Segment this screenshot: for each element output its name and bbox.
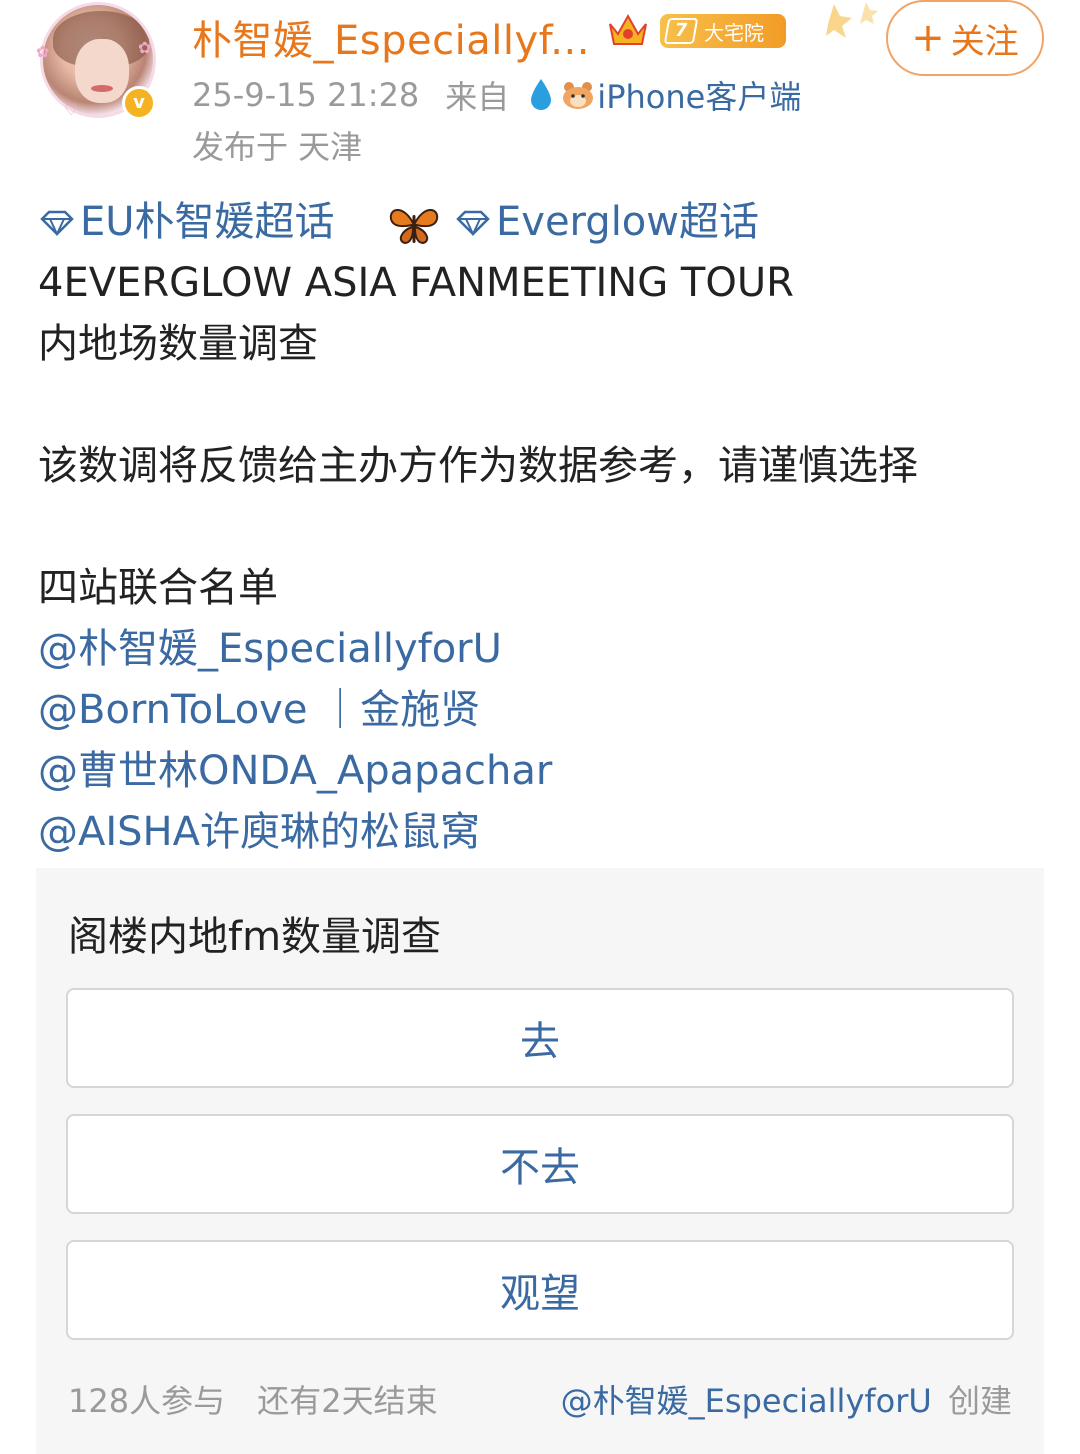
post-text-line: 四站联合名单 xyxy=(38,565,278,611)
mention-link[interactable]: @曹世林ONDA_Apapachar xyxy=(38,748,552,794)
topics-line: EU朴智媛超话 Everglow超话 xyxy=(38,192,1048,253)
poll-option-button[interactable]: 观望 xyxy=(66,1240,1014,1340)
level-badge-label: 大宅院 xyxy=(704,20,764,45)
poll-stats: 128人参与 还有2天结束 xyxy=(68,1376,438,1422)
topic-link[interactable]: Everglow超话 xyxy=(454,192,759,253)
butterfly-icon xyxy=(390,208,439,244)
topic-link[interactable]: EU朴智媛超话 xyxy=(38,192,335,253)
poll-option-button[interactable]: 去 xyxy=(66,988,1014,1088)
poll-creator: @朴智媛_EspeciallyforU 创建 xyxy=(561,1376,1012,1422)
poll-participants: 128人参与 xyxy=(68,1382,226,1420)
post-header: ✿ ✿ ♡ v 朴智媛_Especiallyf... 7 大宅院 + 关注 25… xyxy=(0,0,1080,170)
post-text-line: 该数调将反馈给主办方作为数据参考，请谨慎选择 xyxy=(38,443,918,489)
crown-icon xyxy=(609,13,647,45)
mention-link[interactable]: @AISHA许庾琳的松鼠窝 xyxy=(38,809,480,855)
poll-created-label: 创建 xyxy=(947,1382,1012,1420)
level-badge[interactable]: 7 大宅院 xyxy=(660,14,786,48)
poll-title: 阁楼内地fm数量调查 xyxy=(68,914,442,960)
level-number: 7 xyxy=(663,18,699,44)
water-drop-icon xyxy=(531,79,552,110)
heart-decoration-icon: ♡ xyxy=(64,100,79,119)
diamond-icon xyxy=(456,210,490,236)
avatar[interactable]: ✿ ✿ ♡ v xyxy=(34,2,162,120)
poll-card: 阁楼内地fm数量调查 去 不去 观望 128人参与 还有2天结束 @朴智媛_Es… xyxy=(36,868,1044,1454)
follow-label: 关注 xyxy=(950,21,1019,62)
post-meta: 25-9-15 21:28 来自 iPhone客户端 xyxy=(192,72,801,118)
hamster-icon xyxy=(563,82,594,109)
bow-decoration-icon: ✿ xyxy=(36,42,50,61)
follow-button[interactable]: + 关注 xyxy=(886,0,1044,76)
post-body: EU朴智媛超话 Everglow超话 4EVERGLOW ASIA FANMEE… xyxy=(38,192,1048,863)
source-client-link[interactable]: iPhone客户端 xyxy=(597,72,801,118)
post-text-line: 内地场数量调查 xyxy=(38,321,318,367)
topic-label: EU朴智媛超话 xyxy=(80,199,335,245)
post-location: 发布于 天津 xyxy=(192,128,363,166)
mention-link[interactable]: @BornToLove ｜金施贤 xyxy=(38,687,480,733)
diamond-icon xyxy=(40,210,74,236)
post-text-line: 4EVERGLOW ASIA FANMEETING TOUR xyxy=(38,260,794,306)
timestamp: 25-9-15 21:28 xyxy=(192,76,420,114)
mention-link[interactable]: @朴智媛_EspeciallyforU xyxy=(38,626,502,672)
username[interactable]: 朴智媛_Especiallyf... xyxy=(192,8,590,66)
verified-badge-icon: v xyxy=(122,86,156,120)
source-prefix: 来自 xyxy=(445,78,510,116)
topic-label: Everglow超话 xyxy=(496,199,759,245)
plus-icon: + xyxy=(911,15,945,61)
poll-option-button[interactable]: 不去 xyxy=(66,1114,1014,1214)
bow-decoration-icon: ✿ xyxy=(138,38,152,57)
poll-time-remaining: 还有2天结束 xyxy=(257,1382,438,1420)
poll-creator-link[interactable]: @朴智媛_EspeciallyforU xyxy=(561,1382,932,1420)
